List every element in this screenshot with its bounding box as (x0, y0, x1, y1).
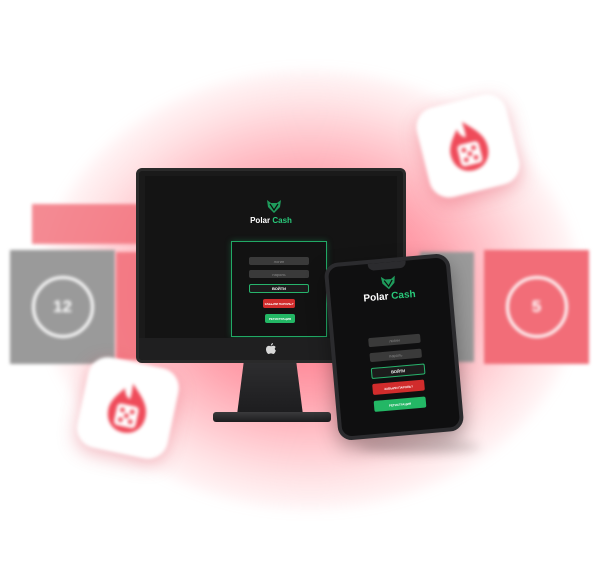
brand-name-accent: Cash (272, 216, 292, 225)
fire-dice-icon (107, 383, 147, 433)
polar-bear-logo-icon (380, 275, 395, 290)
login-input[interactable]: логин (249, 257, 309, 265)
slot-tile-left: 12 (10, 250, 115, 364)
login-button[interactable]: ВОЙТИ (249, 284, 309, 293)
mobile-forgot-password-button[interactable]: ЗАБЫЛИ ПАРОЛЬ? (372, 379, 425, 396)
brand-name-main: Polar (250, 216, 271, 225)
number-badge-right: 5 (505, 276, 568, 338)
phone-notch (367, 260, 407, 271)
monitor-stand-base (213, 412, 331, 422)
background-card (32, 204, 142, 244)
phone-shadow (360, 440, 480, 454)
mobile-phone: Polar Cash логин пароль ВОЙТИ ЗАБЫЛИ ПАР… (323, 252, 465, 442)
mobile-password-input[interactable]: пароль (369, 348, 423, 363)
desktop-login-form: логин пароль ВОЙТИ ЗАБЫЛИ ПАРОЛЬ? РЕГИСТ… (231, 241, 327, 337)
mobile-login-button[interactable]: ВОЙТИ (370, 363, 426, 380)
apple-logo-icon (266, 343, 276, 354)
register-button[interactable]: РЕГИСТРАЦИЯ (265, 314, 295, 323)
forgot-password-button[interactable]: ЗАБЫЛИ ПАРОЛЬ? (263, 299, 295, 308)
slot-tile-right: 5 (484, 250, 589, 364)
password-input[interactable]: пароль (249, 270, 309, 278)
mobile-brand-name-main: Polar (363, 291, 389, 305)
number-badge-left: 12 (31, 276, 94, 338)
fire-dice-icon (450, 121, 489, 171)
polar-bear-logo-icon (267, 200, 281, 213)
mobile-register-button[interactable]: РЕГИСТРАЦИЯ (373, 396, 427, 412)
mobile-brand-name-accent: Cash (390, 288, 417, 303)
fire-dice-card-bottom (73, 353, 183, 463)
mobile-login-input[interactable]: логин (368, 333, 421, 348)
monitor-stand (237, 363, 303, 415)
brand-name: Polar Cash (145, 216, 397, 225)
